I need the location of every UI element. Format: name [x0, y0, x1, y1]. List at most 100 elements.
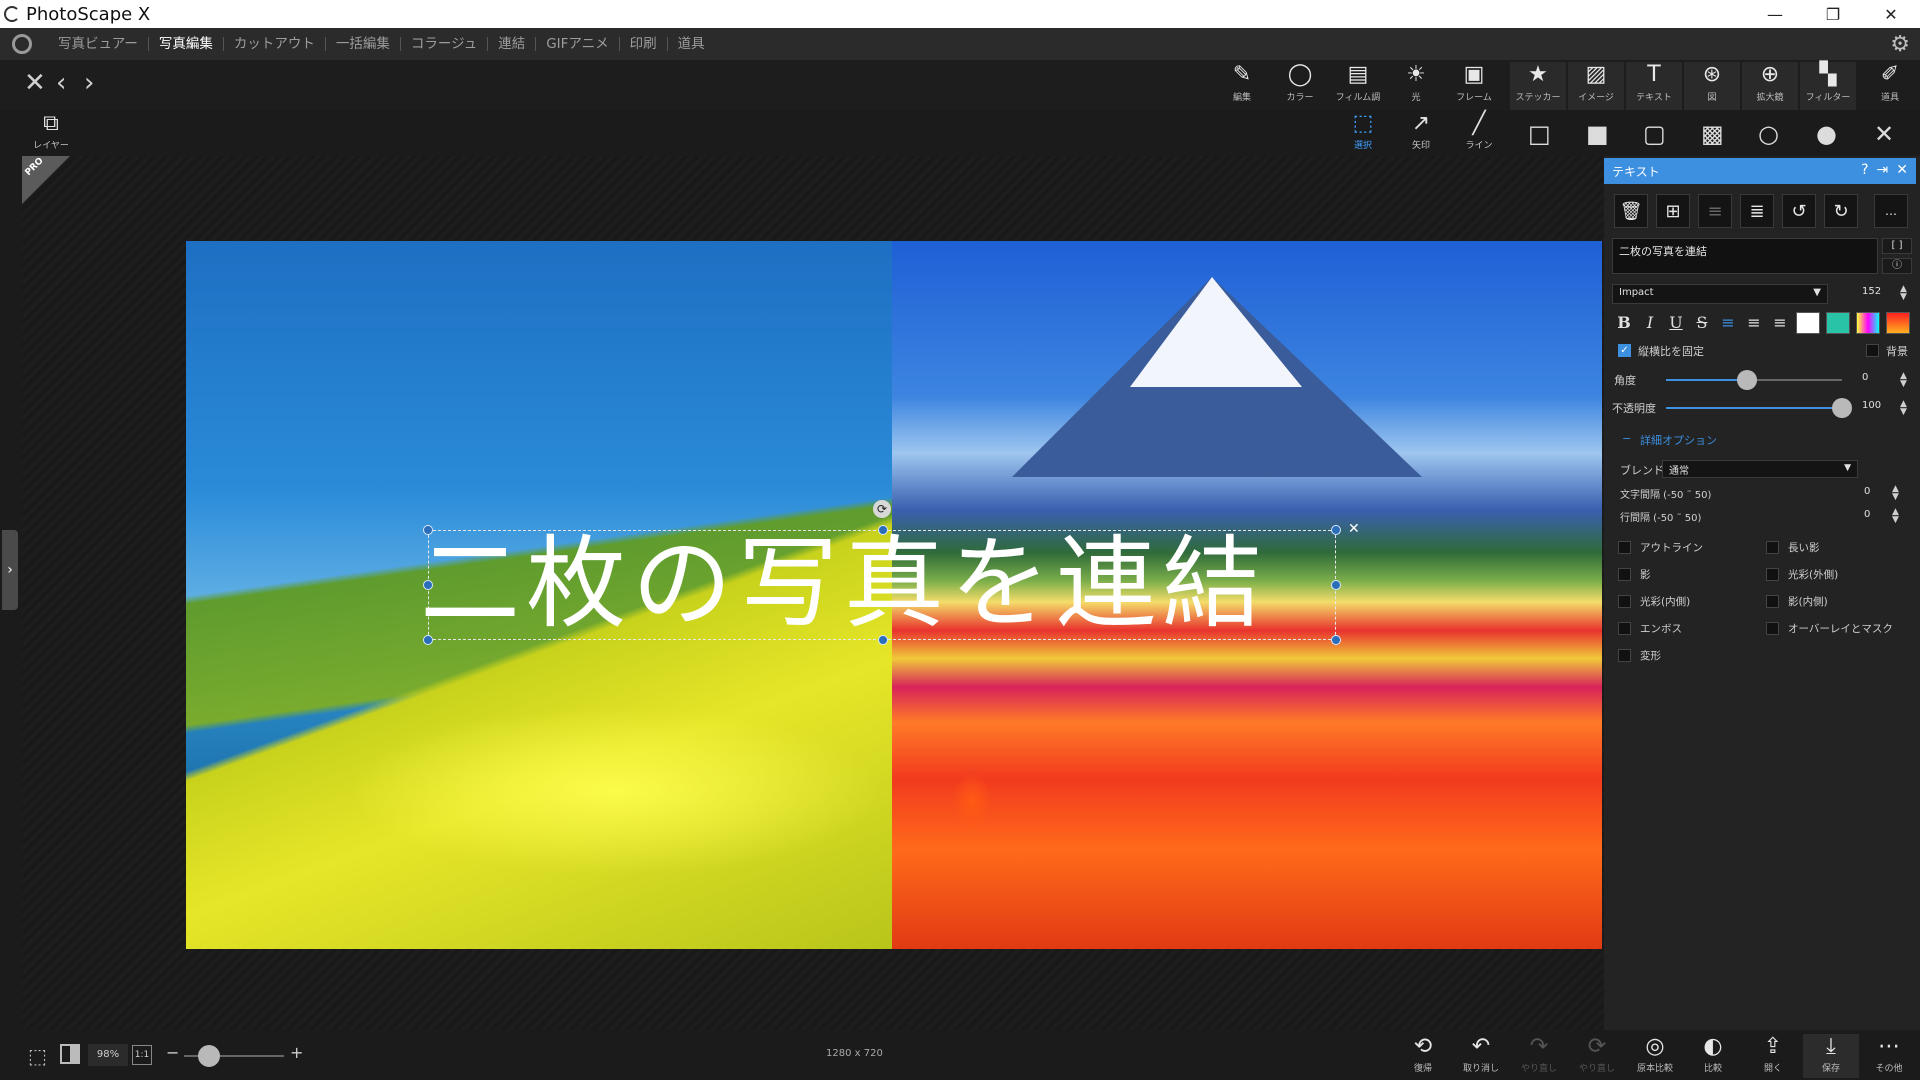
tool-tools[interactable]: ✐ 道具: [1862, 62, 1918, 110]
angle-value[interactable]: 0: [1862, 372, 1868, 383]
advanced-options-toggle[interactable]: 詳細オプション: [1640, 432, 1717, 448]
text-color-swatch[interactable]: [1796, 312, 1820, 334]
texture-swatch[interactable]: [1826, 312, 1850, 334]
tool-filter[interactable]: ▚ フィルター: [1800, 62, 1856, 110]
next-photo-icon[interactable]: ›: [84, 70, 94, 96]
rounded-rect-filled-icon[interactable]: ▩: [1701, 122, 1724, 146]
compare-button[interactable]: ◐ 比較: [1685, 1034, 1741, 1078]
tool-frame[interactable]: ▣ フレーム: [1446, 62, 1502, 110]
inner-shadow-checkbox[interactable]: [1766, 595, 1779, 608]
keep-ratio-checkbox[interactable]: ✓: [1618, 344, 1631, 357]
close-editor-icon[interactable]: ✕: [24, 70, 46, 96]
close-window-button[interactable]: ✕: [1862, 0, 1920, 28]
expand-sidebar-tab[interactable]: ›: [2, 530, 18, 610]
overlay-mask-checkbox[interactable]: [1766, 622, 1779, 635]
menu-batch-edit[interactable]: 一括編集: [326, 28, 400, 60]
char-spacing-value[interactable]: 0: [1864, 486, 1870, 497]
minimize-button[interactable]: —: [1746, 0, 1804, 28]
emboss-checkbox[interactable]: [1618, 622, 1631, 635]
menu-combine[interactable]: 連結: [488, 28, 535, 60]
pin-icon[interactable]: ⇥: [1877, 162, 1889, 178]
circle-outline-icon[interactable]: ○: [1758, 122, 1779, 146]
resize-handle[interactable]: [423, 580, 433, 590]
background-checkbox[interactable]: [1866, 344, 1879, 357]
blend-mode-select[interactable]: 通常 ▼: [1662, 460, 1858, 478]
menu-photo-viewer[interactable]: 写真ビュアー: [48, 28, 148, 60]
delete-object-icon[interactable]: ✕: [1348, 521, 1360, 537]
collapse-icon[interactable]: −: [1622, 432, 1631, 445]
underline-button[interactable]: U: [1664, 312, 1688, 334]
duplicate-icon[interactable]: ⊞: [1656, 194, 1690, 228]
text-content-input[interactable]: 二枚の写真を連結: [1612, 238, 1878, 274]
save-button[interactable]: ⤓ 保存: [1803, 1034, 1859, 1078]
more-button[interactable]: ⋯ その他: [1861, 1034, 1917, 1078]
opacity-slider-knob[interactable]: [1832, 398, 1852, 418]
angle-spinner-icon[interactable]: ▲ ▼: [1900, 372, 1907, 389]
italic-button[interactable]: I: [1638, 312, 1662, 334]
transform-checkbox[interactable]: [1618, 649, 1631, 662]
shadow-checkbox[interactable]: [1618, 568, 1631, 581]
original-compare-button[interactable]: ◎ 原本比較: [1627, 1034, 1683, 1078]
font-size-input[interactable]: 152: [1862, 286, 1881, 297]
circle-filled-icon[interactable]: ●: [1816, 122, 1837, 146]
close-icon[interactable]: ✕: [1874, 122, 1894, 146]
zoom-percent-input[interactable]: 98%: [88, 1044, 128, 1066]
line-spacing-spinner-icon[interactable]: ▲ ▼: [1892, 508, 1899, 525]
more-options-icon[interactable]: …: [1874, 194, 1908, 228]
tool-image[interactable]: ▨ イメージ: [1568, 62, 1624, 110]
rotate-left-icon[interactable]: ↺: [1782, 194, 1816, 228]
align-center-icon[interactable]: ≡: [1742, 312, 1766, 334]
resize-handle[interactable]: [423, 635, 433, 645]
settings-gear-icon[interactable]: ⚙: [1890, 32, 1910, 57]
strikethrough-button[interactable]: S: [1690, 312, 1714, 334]
menu-cutout[interactable]: カットアウト: [224, 28, 325, 60]
info-icon[interactable]: ⓘ: [1882, 258, 1912, 274]
opacity-spinner-icon[interactable]: ▲ ▼: [1900, 400, 1907, 417]
align-left-icon[interactable]: ≡: [1716, 312, 1740, 334]
resize-handle[interactable]: [423, 525, 433, 535]
actual-size-button[interactable]: 1:1: [132, 1045, 152, 1065]
previous-photo-icon[interactable]: ‹: [56, 70, 66, 96]
resize-handle[interactable]: [1331, 580, 1341, 590]
compare-split-icon[interactable]: [60, 1044, 80, 1064]
tool-figure[interactable]: ⊛ 図: [1684, 62, 1740, 110]
layer-button[interactable]: ⧉ レイヤー: [26, 112, 76, 156]
tool-film[interactable]: ▤ フィルム調: [1330, 62, 1386, 110]
menu-print[interactable]: 印刷: [620, 28, 667, 60]
help-icon[interactable]: ?: [1861, 162, 1868, 178]
tool-edit[interactable]: ✎ 編集: [1214, 62, 1270, 110]
app-logo-icon[interactable]: [12, 34, 32, 54]
resize-handle[interactable]: [1331, 635, 1341, 645]
bold-button[interactable]: B: [1612, 312, 1636, 334]
gradient-swatch[interactable]: [1856, 312, 1880, 334]
tool-color[interactable]: ◯ カラー: [1272, 62, 1328, 110]
arrow-button[interactable]: ↗ 矢印: [1396, 112, 1446, 156]
redo-button[interactable]: ↷ やり直し: [1511, 1034, 1567, 1078]
inner-glow-checkbox[interactable]: [1618, 595, 1631, 608]
overlay-text[interactable]: 二枚の写真を連結: [420, 528, 1336, 640]
font-size-spinner-icon[interactable]: ▲ ▼: [1900, 285, 1907, 302]
long-shadow-checkbox[interactable]: [1766, 541, 1779, 554]
delete-icon[interactable]: 🗑: [1614, 194, 1648, 228]
select-button[interactable]: ⬚ 選択: [1338, 112, 1388, 156]
char-spacing-spinner-icon[interactable]: ▲ ▼: [1892, 485, 1899, 502]
tool-sticker[interactable]: ★ ステッカー: [1510, 62, 1566, 110]
menu-collage[interactable]: コラージュ: [401, 28, 487, 60]
zoom-in-button[interactable]: +: [290, 1043, 303, 1062]
menu-photo-edit[interactable]: 写真編集: [149, 28, 223, 60]
resize-handle[interactable]: [878, 525, 888, 535]
rectangle-outline-icon[interactable]: □: [1528, 122, 1551, 146]
color-fill-swatch[interactable]: [1886, 312, 1910, 334]
rotate-handle-icon[interactable]: ⟳: [873, 500, 891, 518]
close-panel-icon[interactable]: ✕: [1896, 162, 1908, 178]
tool-text[interactable]: T テキスト: [1626, 62, 1682, 110]
resize-handle[interactable]: [1331, 525, 1341, 535]
revert-button[interactable]: ⟲ 復帰: [1395, 1034, 1451, 1078]
line-button[interactable]: ╱ ライン: [1454, 112, 1504, 156]
bring-forward-icon[interactable]: ≡: [1698, 194, 1732, 228]
menu-gif-animation[interactable]: GIFアニメ: [536, 28, 618, 60]
send-backward-icon[interactable]: ≣: [1740, 194, 1774, 228]
line-spacing-value[interactable]: 0: [1864, 509, 1870, 520]
font-select[interactable]: Impact ▼: [1612, 284, 1828, 304]
opacity-value[interactable]: 100: [1862, 400, 1881, 411]
